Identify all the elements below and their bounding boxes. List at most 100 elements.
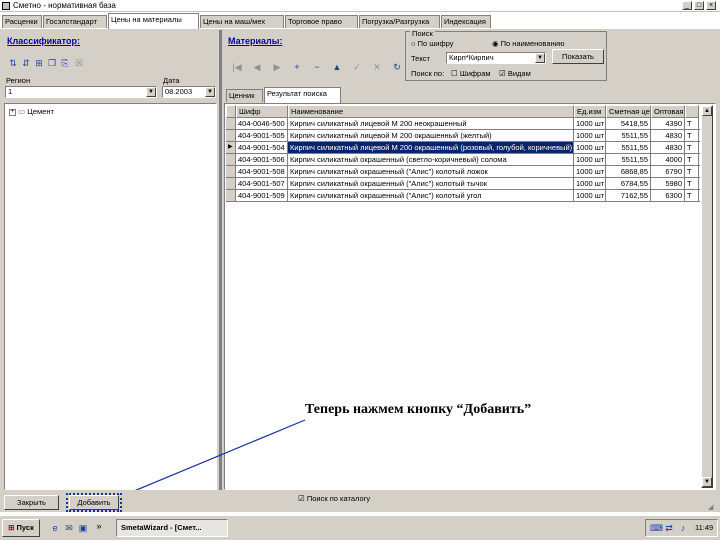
confirm-icon[interactable]: ✓ [352,62,362,72]
table-row[interactable]: ▶ 404-9001-504 Кирпич силикатный лицевой М… [226,142,700,154]
outlook-icon[interactable]: ✉ [64,523,74,533]
tab-machine-prices[interactable]: Цены на маш/мех [200,15,284,28]
cell-price: 5511,55 [606,130,651,141]
column-header-unit[interactable]: Ед.изм [574,105,606,118]
chk-types[interactable]: ☑ Видам [499,69,531,78]
row-indicator[interactable] [226,118,236,129]
column-header-wholesale[interactable]: Оптовая [651,105,685,118]
close-button[interactable]: Закрыть [4,495,59,510]
column-header-price[interactable]: Сметная цена [606,105,651,118]
first-record-icon[interactable]: |◀ [232,62,242,72]
cell-wholesale: 6300 [651,190,685,201]
row-indicator[interactable] [226,130,236,141]
row-indicator[interactable] [226,178,236,189]
cell-unit: 1000 шт [576,142,606,153]
expand-tree-icon[interactable]: ⇅ [8,58,18,68]
tab-trade-law[interactable]: Торговое право [285,15,358,28]
region-select[interactable]: 1 [5,86,157,98]
chk-cipher[interactable]: ☐ Шифрам [451,69,491,78]
tree-view-icon[interactable]: ⊞ [34,58,44,68]
grid-scrollbar[interactable]: ▲ ▼ [701,105,713,488]
radio-by-name[interactable]: ◉ По наименованию [492,39,564,48]
collapse-tree-icon[interactable]: ⇵ [21,58,31,68]
desktop-icon[interactable]: ▣ [78,523,88,533]
tab-rates[interactable]: Расценки [2,15,42,28]
tab-loading[interactable]: Погрузка/Разгрузка [359,15,440,28]
start-button[interactable]: ⊞ Пуск [2,519,40,537]
refresh-icon[interactable]: ↻ [392,62,402,72]
maximize-button[interactable]: □ [694,1,704,10]
taskbar [0,515,720,540]
table-row[interactable]: 404-9001-508 Кирпич силикатный окрашенный… [226,166,700,178]
table-row[interactable]: 404-9001-505 Кирпич силикатный лицевой М … [226,130,700,142]
add-record-icon[interactable]: + [292,62,302,72]
show-button[interactable]: Показать [552,49,604,64]
cell-price: 6784,55 [606,178,651,189]
materials-grid[interactable]: Шифр Наименование Ед.изм Сметная цена Оп… [224,103,716,490]
subtab-price-list[interactable]: Ценник [226,89,263,102]
scroll-up-icon[interactable]: ▲ [702,106,712,116]
cell-code: 404-9001-506 [236,154,288,165]
column-header-name[interactable]: Наименование [288,105,574,118]
region-dropdown-icon[interactable]: ▼ [146,87,156,97]
minimize-button[interactable]: _ [682,1,692,10]
cell-code: 404-9001-509 [236,190,288,201]
prev-record-icon[interactable]: ◀ [252,62,262,72]
tray-keyboard-icon[interactable]: ⌨ [650,523,663,533]
cell-price: 5511,55 [606,142,651,153]
next-record-icon[interactable]: ▶ [272,62,282,72]
tab-gost[interactable]: Госэлстандарт [43,15,107,28]
date-dropdown-icon[interactable]: ▼ [205,87,215,97]
cell-extra: T [685,118,699,129]
row-indicator-header [226,105,236,118]
subtab-search-results[interactable]: Результат поиска [264,87,341,103]
cancel-icon[interactable]: ✕ [372,62,382,72]
copy-icon[interactable]: ❐ [47,58,57,68]
cell-code: 404-9001-507 [236,178,288,189]
classifier-tree[interactable]: + ▭ Цемент [4,103,217,490]
catalog-search-checkbox[interactable]: ☑ Поиск по каталогу [298,494,370,503]
row-indicator[interactable] [226,190,236,201]
row-indicator[interactable]: ▶ [226,142,236,153]
tree-expand-icon[interactable]: + [9,108,16,116]
column-header-code[interactable]: Шифр [236,105,288,118]
cell-unit: 1000 шт [576,166,606,177]
tab-indexation[interactable]: Индексация [441,15,491,28]
cell-name: Кирпич силикатный лицевой М 200 окрашенн… [288,130,574,141]
resize-grip-icon[interactable]: ◢ [708,503,718,513]
cell-price: 5418,55 [606,118,651,129]
table-row[interactable]: 404-9001-509 Кирпич силикатный окрашенный… [226,190,700,202]
remove-record-icon[interactable]: − [312,62,322,72]
tray-network-icon[interactable]: ⇄ [664,523,674,533]
search-dropdown-icon[interactable]: ▼ [535,53,545,63]
table-row[interactable]: 404-9001-507 Кирпич силикатный окрашенный… [226,178,700,190]
table-row[interactable]: 404-0046-500 Кирпич силикатный лицевой М … [226,118,700,130]
add-button[interactable]: Добавить [69,495,119,510]
more-icon[interactable]: » [94,521,104,531]
close-window-button[interactable]: × [706,1,716,10]
table-row[interactable]: 404-9001-506 Кирпич силикатный окрашенный… [226,154,700,166]
cell-extra: T [685,190,699,201]
up-record-icon[interactable]: ▲ [332,62,342,72]
cell-unit: 1000 шт [576,190,606,201]
paste-icon[interactable]: ⎘ [60,58,70,68]
cell-extra: T [685,154,699,165]
cell-unit: 1000 шт [576,130,606,141]
radio-by-cipher[interactable]: ○ По шифру [411,39,453,48]
radio-empty-icon: ○ [411,39,416,48]
ie-icon[interactable]: e [50,523,60,533]
row-indicator[interactable] [226,154,236,165]
instruction-callout: Теперь нажмем кнопку “Добавить” [305,402,532,417]
cell-name: Кирпич силикатный лицевой М 200 неокраше… [288,118,574,129]
panel-splitter[interactable] [219,30,222,490]
search-group-label: Поиск [410,29,435,38]
column-header-extra[interactable] [685,105,699,118]
tab-material-prices[interactable]: Цены на материалы [108,13,199,29]
delete-icon[interactable]: ☒ [74,58,84,68]
task-smetawizard[interactable]: SmetaWizard - [Смет... [116,519,228,537]
tray-volume-icon[interactable]: ♪ [678,523,688,533]
tree-node-cement[interactable]: + ▭ Цемент [9,107,54,116]
scroll-down-icon[interactable]: ▼ [702,477,712,487]
search-text-field[interactable]: Кирп*Кирпич [446,52,546,64]
row-indicator[interactable] [226,166,236,177]
